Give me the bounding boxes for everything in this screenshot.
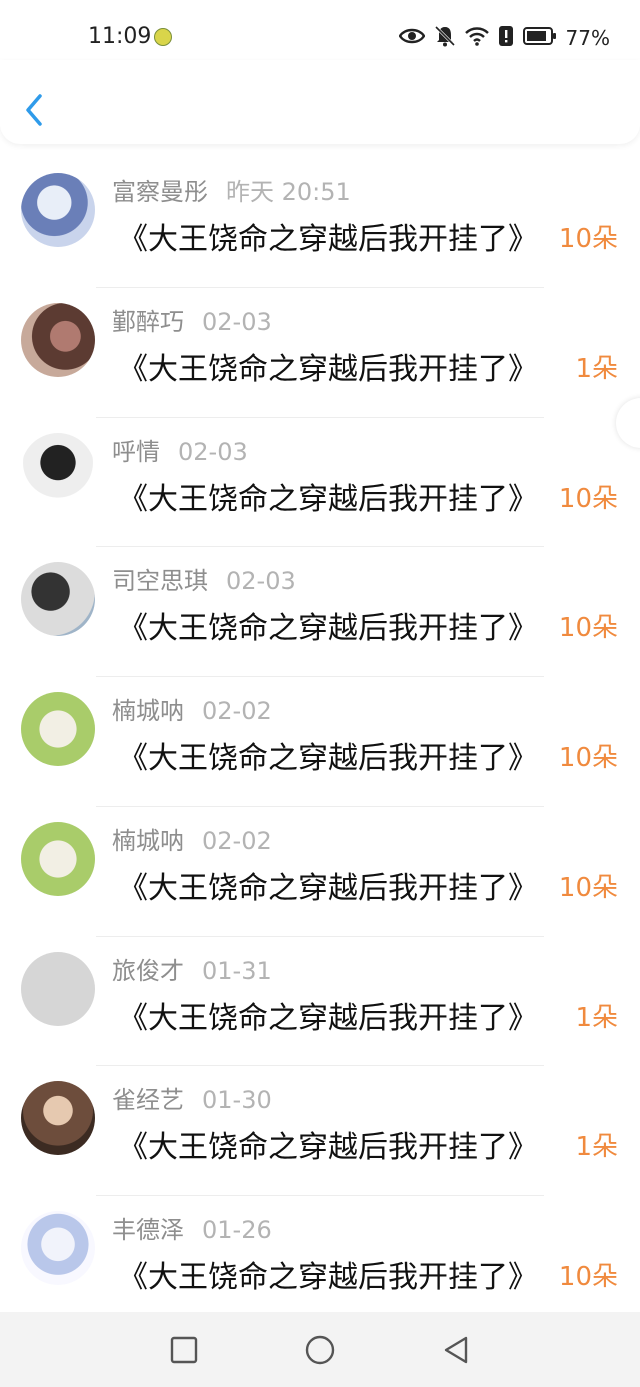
- book-title: 《大王饶命之穿越后我开挂了》: [118, 611, 538, 647]
- chevron-left-icon: [26, 94, 42, 126]
- book-title: 《大王饶命之穿越后我开挂了》: [118, 1260, 538, 1295]
- gift-amount: 10朵: [558, 872, 618, 903]
- gift-date: 01-26: [202, 1216, 272, 1244]
- gift-date: 昨天 20:51: [226, 178, 351, 206]
- avatar[interactable]: [21, 1081, 95, 1156]
- back-nav-button[interactable]: [438, 1332, 474, 1368]
- list-item[interactable]: 鄞醉巧 02-03 《大王饶命之穿越后我开挂了》 1朵: [0, 288, 640, 418]
- list-item[interactable]: 富察曼彤 昨天 20:51 《大王饶命之穿越后我开挂了》 10朵: [0, 158, 640, 288]
- list-item[interactable]: 楠城呐 02-02 《大王饶命之穿越后我开挂了》 10朵: [0, 807, 640, 937]
- book-title: 《大王饶命之穿越后我开挂了》: [118, 222, 538, 257]
- home-icon: [305, 1335, 335, 1364]
- name-line: 雀经艺 01-30: [112, 1080, 272, 1115]
- gift-amount: 1朵: [575, 353, 618, 384]
- app-notification-icon: [154, 28, 172, 46]
- gift-date: 02-03: [178, 437, 248, 466]
- gift-amount: 10朵: [558, 224, 618, 254]
- name-line: 司空思琪 02-03: [112, 561, 296, 596]
- back-triangle-icon: [444, 1336, 468, 1363]
- eye-icon: [398, 27, 425, 49]
- back-button[interactable]: [20, 90, 50, 130]
- status-icons: 77%: [398, 25, 610, 51]
- list-item[interactable]: 楠城呐 02-02 《大王饶命之穿越后我开挂了》 10朵: [0, 677, 640, 807]
- user-name[interactable]: 富察曼彤: [112, 178, 208, 206]
- avatar[interactable]: [21, 432, 95, 507]
- list-item[interactable]: 雀经艺 01-30 《大王饶命之穿越后我开挂了》 1朵: [0, 1066, 640, 1196]
- system-nav-bar: [0, 1312, 640, 1387]
- book-title: 《大王饶命之穿越后我开挂了》: [118, 351, 538, 387]
- name-line: 旅俊才 01-31: [112, 951, 272, 986]
- book-title: 《大王饶命之穿越后我开挂了》: [118, 481, 538, 517]
- gift-amount: 10朵: [558, 483, 618, 514]
- avatar[interactable]: [21, 692, 95, 766]
- battery-percentage: 77%: [565, 26, 610, 50]
- header-bar: [0, 60, 640, 144]
- gift-date: 01-30: [202, 1086, 272, 1115]
- list-item[interactable]: 丰德泽 01-26 《大王饶命之穿越后我开挂了》 10朵: [0, 1196, 640, 1326]
- recent-apps-button[interactable]: [166, 1332, 202, 1368]
- name-line: 鄞醉巧 02-03: [112, 302, 272, 337]
- gift-date: 02-03: [202, 307, 272, 336]
- gift-date: 01-31: [202, 956, 272, 985]
- user-name[interactable]: 雀经艺: [112, 1086, 184, 1114]
- name-line: 楠城呐 02-02: [112, 821, 272, 856]
- wifi-icon: [464, 26, 489, 50]
- gift-date: 02-03: [226, 567, 296, 596]
- gift-record-list: 富察曼彤 昨天 20:51 《大王饶命之穿越后我开挂了》 10朵 鄞醉巧 02-03…: [0, 158, 640, 1326]
- user-name[interactable]: 楠城呐: [112, 697, 184, 725]
- book-title: 《大王饶命之穿越后我开挂了》: [118, 870, 538, 906]
- name-line: 丰德泽 01-26: [112, 1210, 272, 1245]
- user-name[interactable]: 鄞醉巧: [112, 308, 184, 336]
- list-item[interactable]: 司空思琪 02-03 《大王饶命之穿越后我开挂了》 10朵: [0, 547, 640, 677]
- home-button[interactable]: [302, 1332, 338, 1368]
- list-item[interactable]: 呼情 02-03 《大王饶命之穿越后我开挂了》 10朵: [0, 418, 640, 548]
- list-item[interactable]: 旅俊才 01-31 《大王饶命之穿越后我开挂了》 1朵: [0, 937, 640, 1067]
- mute-bell-icon: [434, 25, 456, 51]
- recent-apps-icon: [170, 1336, 198, 1363]
- avatar[interactable]: [21, 951, 95, 1026]
- avatar[interactable]: [21, 302, 95, 377]
- avatar[interactable]: [21, 562, 95, 637]
- gift-amount: 10朵: [558, 1262, 618, 1292]
- gift-amount: 1朵: [575, 1132, 618, 1163]
- alert-icon: [498, 25, 514, 51]
- user-name[interactable]: 旅俊才: [112, 957, 184, 985]
- avatar[interactable]: [21, 821, 95, 896]
- battery-icon: [522, 26, 557, 50]
- name-line: 楠城呐 02-02: [112, 691, 272, 726]
- book-title: 《大王饶命之穿越后我开挂了》: [118, 1000, 538, 1036]
- book-title: 《大王饶命之穿越后我开挂了》: [118, 741, 538, 776]
- avatar[interactable]: [21, 173, 95, 247]
- gift-amount: 1朵: [575, 1002, 618, 1033]
- book-title: 《大王饶命之穿越后我开挂了》: [118, 1130, 538, 1166]
- name-line: 富察曼彤 昨天 20:51: [112, 172, 351, 207]
- name-line: 呼情 02-03: [112, 432, 248, 467]
- gift-amount: 10朵: [558, 743, 618, 773]
- gift-date: 02-02: [202, 697, 272, 725]
- user-name[interactable]: 呼情: [112, 438, 160, 466]
- gift-amount: 10朵: [558, 613, 618, 644]
- user-name[interactable]: 司空思琪: [112, 567, 208, 595]
- user-name[interactable]: 丰德泽: [112, 1216, 184, 1244]
- avatar[interactable]: [21, 1211, 95, 1285]
- gift-date: 02-02: [202, 826, 272, 855]
- status-time: 11:09: [88, 24, 152, 49]
- user-name[interactable]: 楠城呐: [112, 827, 184, 855]
